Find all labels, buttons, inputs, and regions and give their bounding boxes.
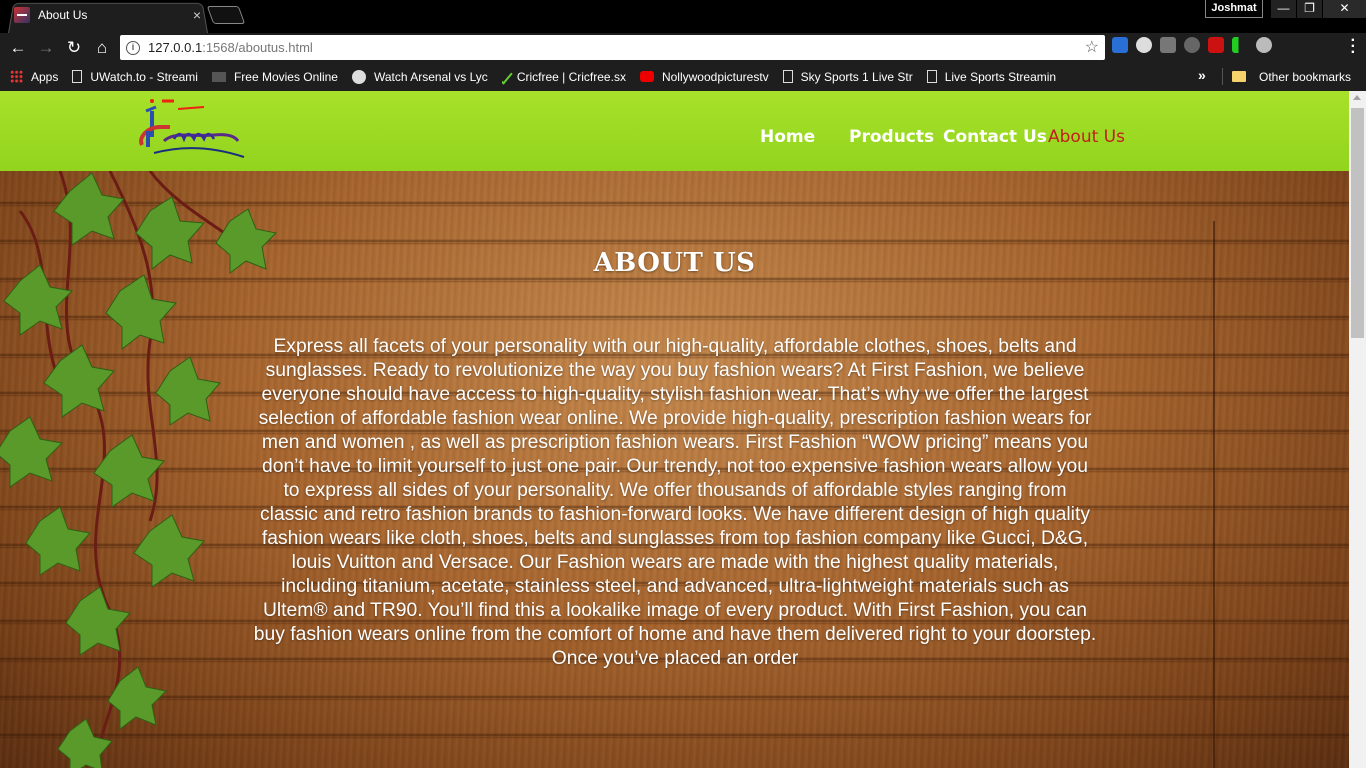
first-fashion-logo[interactable] [134,97,246,161]
page-icon [926,70,937,83]
bookmark-label: UWatch.to - Streami [90,69,198,84]
sync-extension-icon[interactable] [1184,37,1200,53]
bookmark-label: Free Movies Online [233,69,338,84]
page-viewport: Home Products Contact Us About Us ABOUT … [0,91,1349,768]
cloud-extension-icon[interactable] [1256,37,1272,53]
bookmark-star-icon[interactable]: ☆ [1085,37,1099,57]
about-paragraph: Express all facets of your personality w… [253,336,1097,669]
tab-about-us[interactable]: About Us × [14,4,204,26]
profile-button[interactable]: Joshmat [1205,0,1263,18]
bookmarks-divider [1222,68,1223,85]
bookmark-live-sports[interactable]: Live Sports Streamin [926,62,1057,91]
bookmark-free-movies[interactable]: Free Movies Online [211,62,338,91]
home-icon[interactable]: ⌂ [88,35,116,61]
bookmark-uwatch[interactable]: UWatch.to - Streami [72,62,198,91]
monitor-extension-icon[interactable] [1112,37,1128,53]
bookmark-label: Nollywoodpicturestv [661,69,769,84]
bookmark-label: Apps [31,69,59,84]
forward-icon[interactable]: → [32,35,60,61]
site-info-icon[interactable]: i [126,40,140,55]
bookmarks-overflow-icon[interactable]: » [1198,62,1206,91]
folder-icon [1232,71,1246,82]
bookmarks-bar: Apps UWatch.to - Streami Free Movies Onl… [0,62,1366,91]
bookmark-label: Live Sports Streamin [944,69,1057,84]
page-scrollbar[interactable] [1349,91,1366,768]
page-title: ABOUT US [593,248,756,278]
pdf-extension-icon[interactable] [1208,37,1224,53]
other-bookmarks[interactable]: Other bookmarks [1232,62,1351,91]
tab-strip: About Us × Joshmat — ❐ ✕ [0,0,1366,34]
cricfree-icon [501,68,513,85]
apps-grid-icon [10,70,23,83]
film-icon [211,71,226,82]
wood-board-seam [1213,221,1215,768]
soccer-extension-icon[interactable] [1136,37,1152,53]
bookmark-label: Cricfree | Cricfree.sx [516,69,626,84]
close-window-button[interactable]: ✕ [1322,0,1366,18]
address-bar[interactable]: i 127.0.0.1:1568/aboutus.html ☆ [120,35,1105,60]
back-icon[interactable]: ← [4,35,32,61]
new-tab-button[interactable] [206,6,246,24]
nav-products[interactable]: Products [849,127,934,147]
tab-close-icon[interactable]: × [190,7,204,23]
bookmark-arsenal[interactable]: Watch Arsenal vs Lyc [351,62,488,91]
site-favicon-icon [14,7,30,23]
bookmark-label: Sky Sports 1 Live Str [800,69,913,84]
bookmark-apps[interactable]: Apps [10,62,58,91]
nav-about-us[interactable]: About Us [1048,127,1125,147]
page-icon [72,70,83,83]
other-bookmarks-label: Other bookmarks [1259,69,1352,84]
scroll-up-arrow-icon[interactable] [1353,95,1361,100]
site-header: Home Products Contact Us About Us [0,91,1349,171]
scrollbar-thumb[interactable] [1351,108,1364,338]
flag-extension-icon[interactable] [1232,37,1248,53]
page-icon [782,70,793,83]
tab-title: About Us [38,8,88,22]
nav-home[interactable]: Home [760,127,815,147]
extension-icons [1112,37,1272,53]
url-path: :1568/aboutus.html [202,40,313,55]
nav-contact-us[interactable]: Contact Us [943,127,1047,147]
minimize-button[interactable]: — [1270,0,1296,18]
bookmark-nollywood[interactable]: Nollywoodpicturestv [639,62,769,91]
youtube-icon [639,71,654,82]
soccer-icon [351,69,366,84]
flask-extension-icon[interactable] [1160,37,1176,53]
bookmark-sky-sports[interactable]: Sky Sports 1 Live Str [782,62,913,91]
reload-icon[interactable]: ↻ [60,35,88,61]
browser-menu-icon[interactable]: · · · [1351,33,1356,61]
bookmark-cricfree[interactable]: Cricfree | Cricfree.sx [501,62,626,91]
window-controls: — ❐ ✕ [1270,0,1366,18]
url-host: 127.0.0.1 [148,40,203,55]
browser-toolbar: ← → ↻ ⌂ i 127.0.0.1:1568/aboutus.html ☆ … [0,33,1366,62]
bookmark-label: Watch Arsenal vs Lyc [373,69,488,84]
restore-button[interactable]: ❐ [1296,0,1322,18]
